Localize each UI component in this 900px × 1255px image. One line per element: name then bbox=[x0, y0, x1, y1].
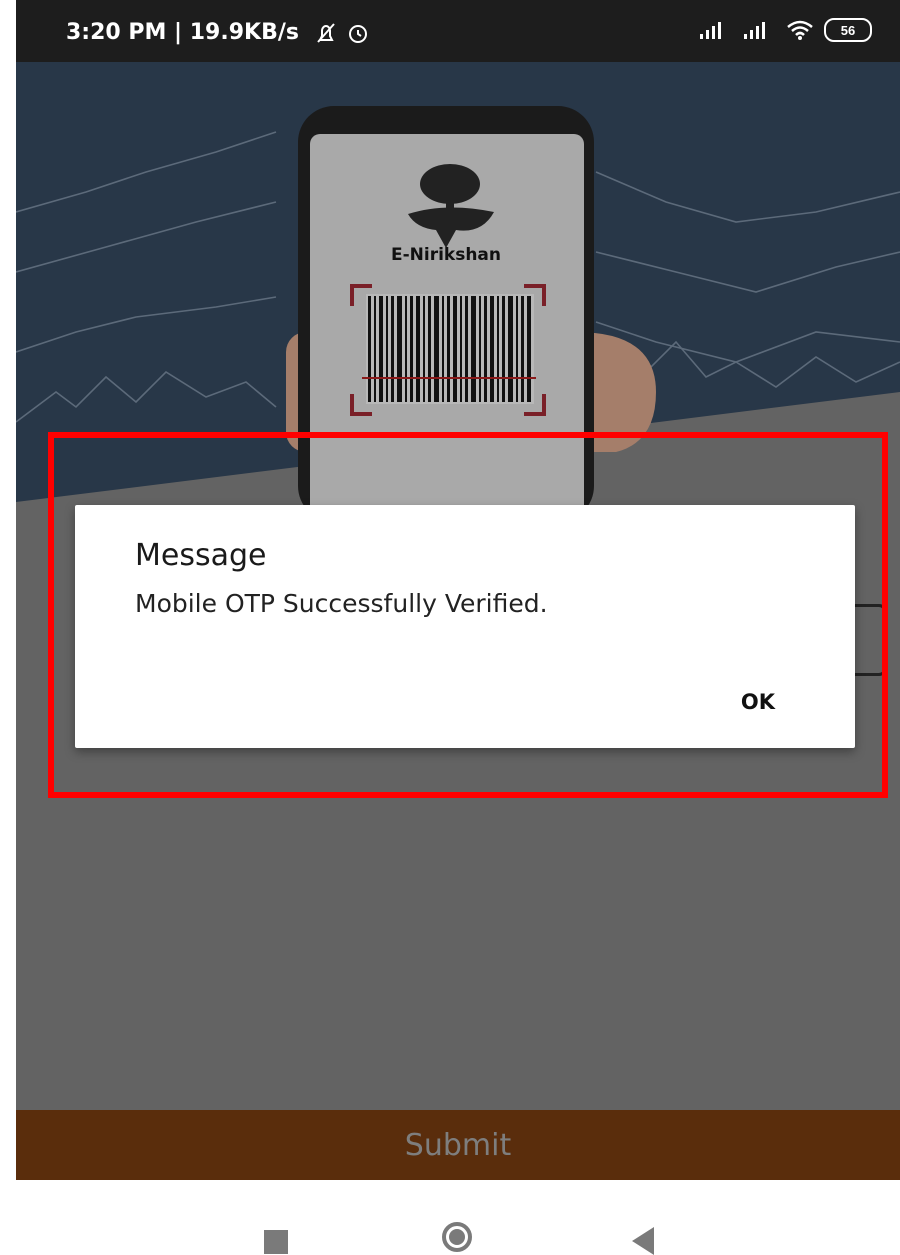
barcode-icon bbox=[350, 284, 546, 416]
message-dialog: Message Mobile OTP Successfully Verified… bbox=[75, 505, 855, 748]
back-icon[interactable] bbox=[632, 1227, 654, 1255]
home-icon-inner bbox=[449, 1229, 465, 1245]
dialog-message: Mobile OTP Successfully Verified. bbox=[135, 589, 548, 618]
notification-alarm-icons bbox=[317, 23, 367, 43]
battery-icon: 56 bbox=[824, 18, 872, 42]
submit-button[interactable]: Submit bbox=[16, 1110, 900, 1180]
app-name: E-Nirikshan bbox=[391, 245, 501, 265]
recent-apps-icon[interactable] bbox=[264, 1230, 288, 1254]
ok-button[interactable]: OK bbox=[741, 690, 775, 714]
submit-label: Submit bbox=[404, 1127, 512, 1163]
dialog-title: Message bbox=[135, 538, 267, 573]
signal-icon bbox=[744, 22, 765, 39]
status-icons: 56 bbox=[698, 18, 872, 42]
status-bar: 3:20 PM | 19.9KB/s 56 bbox=[16, 0, 900, 62]
status-text: 3:20 PM | 19.9KB/s bbox=[66, 20, 299, 45]
signal-icon bbox=[700, 22, 721, 39]
wifi-icon bbox=[787, 20, 813, 40]
battery-level: 56 bbox=[840, 22, 856, 38]
